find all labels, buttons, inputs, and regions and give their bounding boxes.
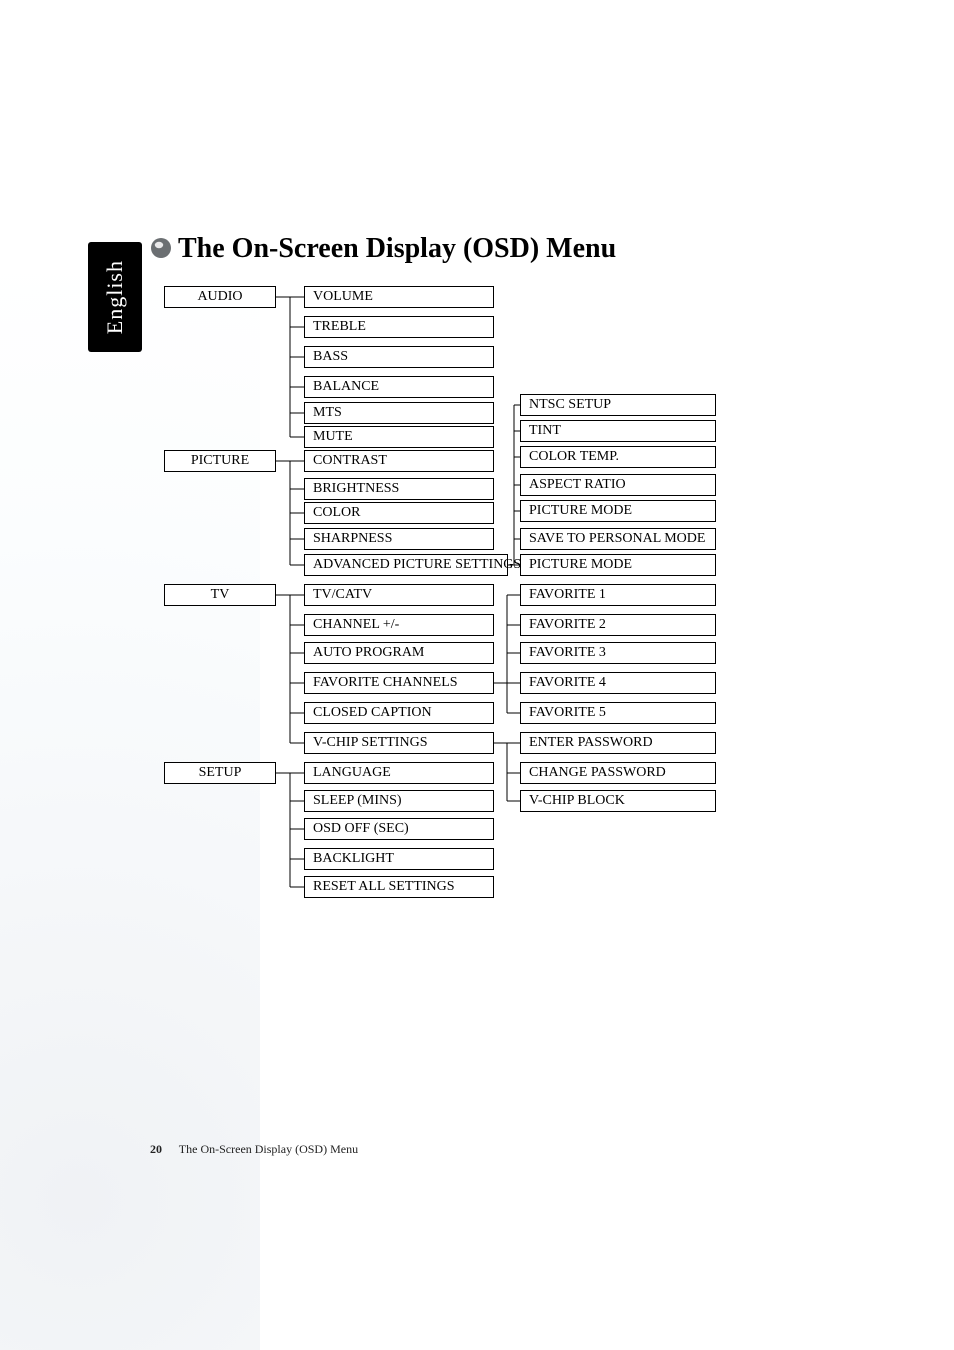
tree-node: PICTURE MODE <box>520 554 716 576</box>
language-tab: English <box>88 242 142 352</box>
tree-node: LANGUAGE <box>304 762 494 784</box>
tree-node: FAVORITE 3 <box>520 642 716 664</box>
tree-node: CHANGE PASSWORD <box>520 762 716 784</box>
osd-menu-tree: AUDIO VOLUME TREBLE BASS BALANCE MTSMUTE PICTU… <box>164 286 720 902</box>
tree-node: MUTE <box>304 426 494 448</box>
footer-section: The On-Screen Display (OSD) Menu <box>179 1142 358 1156</box>
tree-node: TV <box>164 584 276 606</box>
tree-node: AUTO PROGRAM <box>304 642 494 664</box>
tree-node: SAVE TO PERSONAL MODE <box>520 528 716 550</box>
tree-node: TINT <box>520 420 716 442</box>
tree-node: TREBLE <box>304 316 494 338</box>
tree-node: FAVORITE 4 <box>520 672 716 694</box>
page-number: 20 <box>150 1142 162 1156</box>
tree-node: BASS <box>304 346 494 368</box>
tree-node: FAVORITE 2 <box>520 614 716 636</box>
tree-node: MTS <box>304 402 494 424</box>
tree-node: V-CHIP BLOCK <box>520 790 716 812</box>
tree-node: SLEEP (MINS) <box>304 790 494 812</box>
tree-node: OSD OFF (SEC) <box>304 818 494 840</box>
tree-node: V-CHIP SETTINGS <box>304 732 494 754</box>
tree-node: SHARPNESS <box>304 528 494 550</box>
tree-node: COLOR TEMP. <box>520 446 716 468</box>
tree-node: VOLUME <box>304 286 494 308</box>
tree-node: FAVORITE 1 <box>520 584 716 606</box>
tree-node: BALANCE <box>304 376 494 398</box>
tree-node: ASPECT RATIO <box>520 474 716 496</box>
bullet-icon <box>150 235 172 267</box>
tree-node: NTSC SETUP <box>520 394 716 416</box>
tree-node: FAVORITE 5 <box>520 702 716 724</box>
tree-node: CONTRAST <box>304 450 494 472</box>
tree-node: ENTER PASSWORD <box>520 732 716 754</box>
tree-node: PICTURE MODE <box>520 500 716 522</box>
tree-node: PICTURE <box>164 450 276 472</box>
tree-node: CLOSED CAPTION <box>304 702 494 724</box>
tree-node: BACKLIGHT <box>304 848 494 870</box>
tree-node: FAVORITE CHANNELS <box>304 672 494 694</box>
language-tab-label: English <box>102 260 128 334</box>
tree-node: COLOR <box>304 502 494 524</box>
tree-node: TV/CATV <box>304 584 494 606</box>
tree-node: BRIGHTNESS <box>304 478 494 500</box>
title-text: The On-Screen Display (OSD) Menu <box>178 233 616 264</box>
tree-node: ADVANCED PICTURE SETTINGS <box>304 554 508 576</box>
page-title: The On-Screen Display (OSD) Menu <box>150 233 616 267</box>
tree-node: AUDIO <box>164 286 276 308</box>
page-footer: 20 The On-Screen Display (OSD) Menu <box>150 1142 358 1157</box>
tree-node: SETUP <box>164 762 276 784</box>
tree-node: CHANNEL +/- <box>304 614 494 636</box>
tree-node: RESET ALL SETTINGS <box>304 876 494 898</box>
